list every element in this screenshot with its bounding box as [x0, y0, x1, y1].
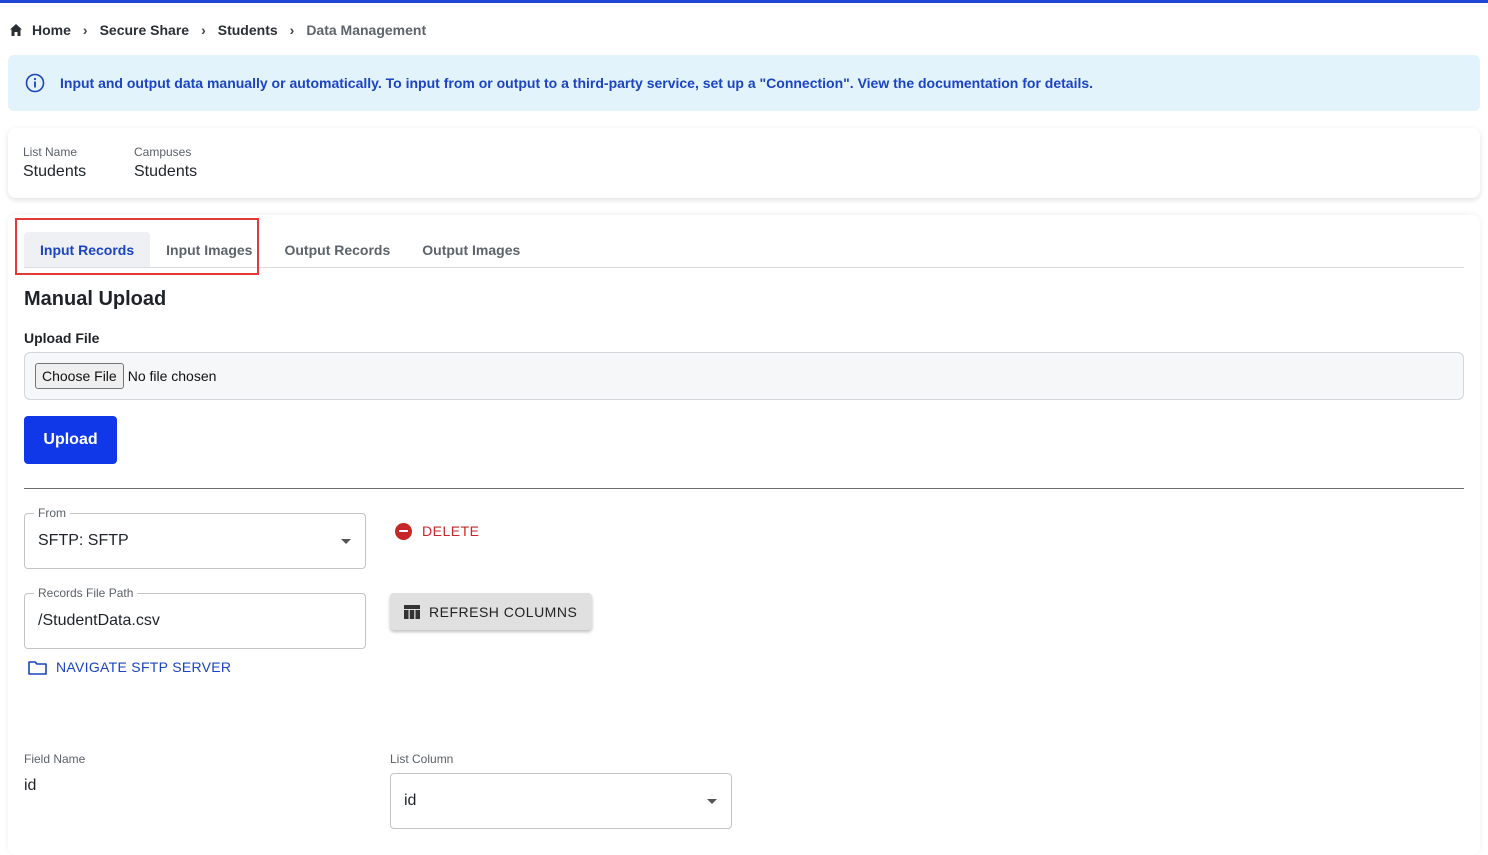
info-banner: Input and output data manually or automa…	[8, 55, 1480, 111]
campuses-label: Campuses	[134, 145, 192, 159]
from-label: From	[34, 506, 70, 520]
from-value: SFTP: SFTP	[38, 532, 129, 549]
delete-button[interactable]: DELETE	[395, 521, 479, 541]
manual-upload-title: Manual Upload	[24, 288, 167, 310]
chevron-right-icon: ›	[201, 22, 206, 38]
list-column-header: List Column	[390, 752, 454, 766]
section-divider	[24, 488, 1464, 489]
breadcrumb: Home › Secure Share › Students › Data Ma…	[9, 20, 426, 40]
records-file-path-value: /StudentData.csv	[38, 612, 160, 629]
chevron-right-icon: ›	[82, 22, 88, 38]
chevron-down-icon	[707, 799, 717, 804]
campuses-value: Students	[134, 163, 198, 180]
field-name-header: Field Name	[24, 752, 86, 766]
tab-input-images[interactable]: Input Images	[150, 232, 268, 267]
info-icon	[25, 73, 45, 93]
list-name-value: Students	[23, 163, 87, 180]
tab-input-records[interactable]: Input Records	[24, 232, 151, 267]
minus-circle-icon	[395, 522, 412, 540]
records-file-path-label: Records File Path	[34, 586, 138, 600]
mapping-field-name: id	[24, 777, 37, 794]
file-status-text: No file chosen	[127, 368, 217, 384]
top-accent-bar	[0, 0, 1488, 3]
chevron-down-icon	[341, 539, 351, 544]
chevron-right-icon: ›	[289, 22, 295, 38]
from-select[interactable]: From SFTP: SFTP	[24, 506, 366, 569]
refresh-columns-label: REFRESH COLUMNS	[429, 603, 578, 620]
list-name-meta: List Name Students	[23, 145, 86, 181]
breadcrumb-home[interactable]: Home	[32, 22, 71, 38]
table-icon	[404, 604, 420, 619]
tab-output-images[interactable]: Output Images	[406, 232, 536, 267]
upload-file-label: Upload File	[24, 330, 100, 346]
home-icon[interactable]	[9, 23, 23, 37]
campuses-meta: Campuses Students	[134, 145, 197, 181]
refresh-columns-button[interactable]: REFRESH COLUMNS	[390, 593, 592, 630]
folder-icon	[28, 660, 47, 675]
navigate-sftp-link[interactable]: NAVIGATE SFTP SERVER	[28, 657, 231, 677]
tab-bar: Input Records Input Images Output Record…	[24, 232, 1464, 268]
list-column-value: id	[404, 792, 417, 809]
list-info-card: List Name Students Campuses Students	[8, 128, 1480, 198]
navigate-sftp-label: NAVIGATE SFTP SERVER	[56, 659, 232, 675]
info-banner-text: Input and output data manually or automa…	[60, 75, 1094, 91]
breadcrumb-secure-share[interactable]: Secure Share	[100, 22, 190, 38]
upload-button[interactable]: Upload	[24, 416, 117, 464]
breadcrumb-current: Data Management	[306, 22, 427, 38]
records-file-path-field[interactable]: Records File Path /StudentData.csv	[24, 586, 366, 649]
breadcrumb-students[interactable]: Students	[218, 22, 278, 38]
list-column-select[interactable]: id	[390, 773, 732, 829]
file-input[interactable]: Choose File No file chosen	[24, 352, 1464, 400]
choose-file-button[interactable]: Choose File	[35, 363, 124, 389]
tab-output-records[interactable]: Output Records	[268, 232, 406, 267]
list-name-label: List Name	[23, 145, 78, 159]
delete-label: DELETE	[422, 523, 480, 539]
